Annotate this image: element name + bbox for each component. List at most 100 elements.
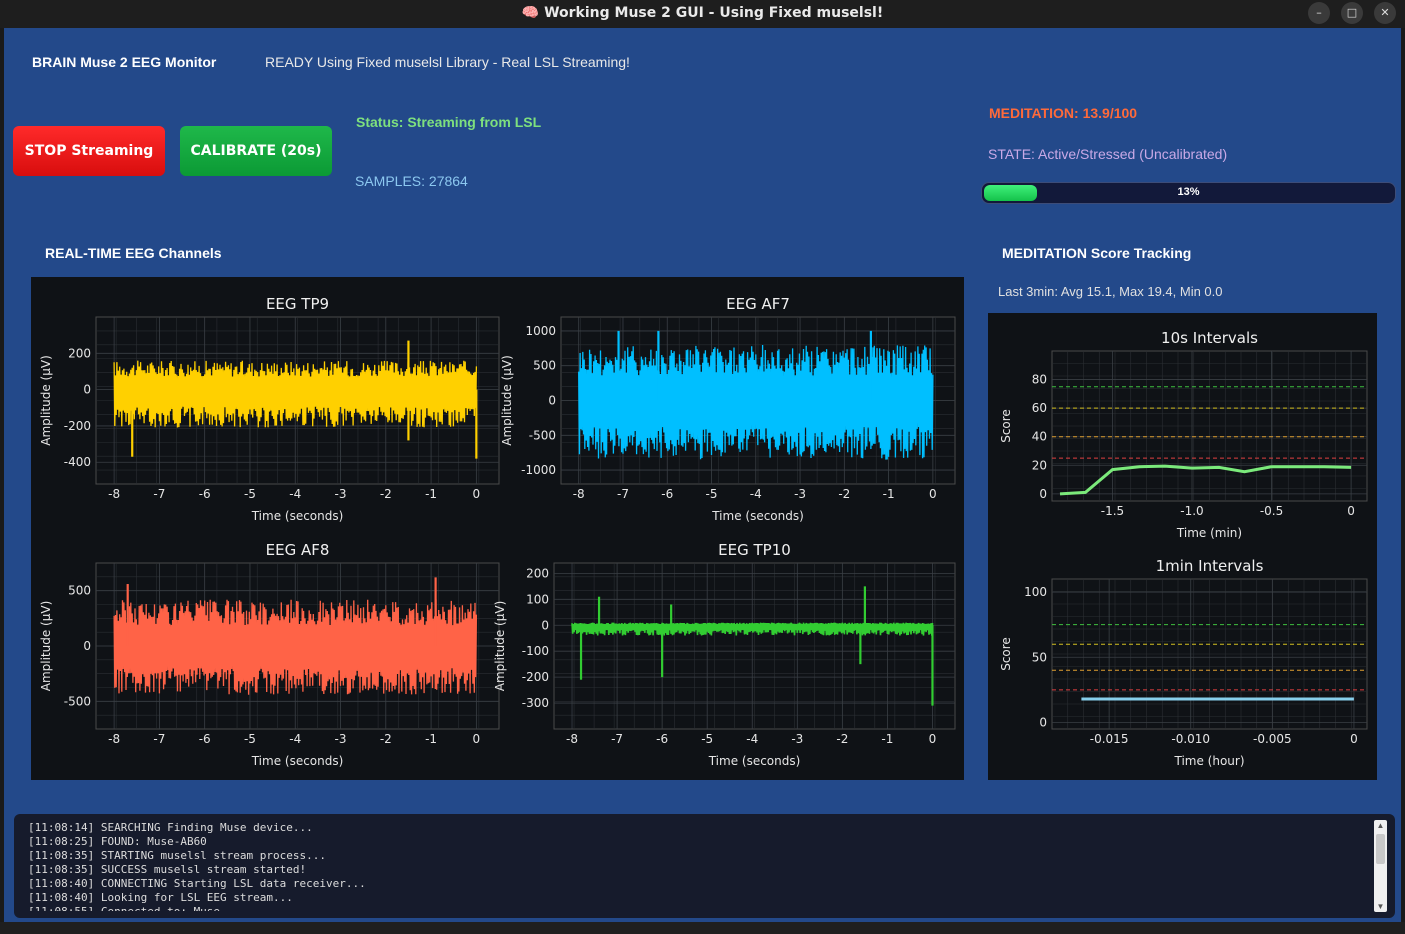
log-line: [11:08:40] Looking for LSL EEG stream... — [28, 891, 293, 904]
chart-title: 10s Intervals — [1161, 329, 1258, 347]
log-line: [11:08:14] SEARCHING Finding Muse device… — [28, 821, 313, 834]
window-title: 🧠 Working Muse 2 GUI - Using Fixed musel… — [521, 5, 884, 21]
x-tick-label: -4 — [289, 732, 301, 746]
chart: -8 -7 -6 -5 -4 -3 -2 -1 0 -400 -200 0 200 EEG TP9 Time… — [39, 295, 500, 523]
y-axis-label: Amplitude (μV) — [39, 355, 53, 446]
x-tick-label: -1 — [881, 732, 893, 746]
x-tick-label: -2 — [838, 487, 850, 501]
x-tick-label: -2 — [380, 732, 392, 746]
x-axis-label: Time (seconds) — [711, 509, 804, 523]
x-tick-label: -5 — [706, 487, 718, 501]
chart: -0.015 -0.010 -0.005 0 0 50 100 1min Intervals T… — [999, 557, 1368, 768]
eeg-plots-panel: -8 -7 -6 -5 -4 -3 -2 -1 0 -400 -200 0 200 EEG TP9 Time… — [31, 277, 964, 780]
x-tick-label: -5 — [701, 732, 713, 746]
y-tick-label: 200 — [68, 346, 91, 360]
y-tick-label: -100 — [522, 644, 549, 658]
chart-title: EEG AF7 — [726, 295, 790, 313]
x-tick-label: -7 — [611, 732, 623, 746]
y-tick-label: 0 — [1039, 715, 1047, 729]
minimize-button[interactable]: – — [1308, 2, 1330, 24]
meditation-score: MEDITATION: 13.9/100 — [989, 105, 1138, 121]
y-tick-label: -500 — [64, 694, 91, 708]
y-axis-label: Amplitude (μV) — [39, 601, 53, 692]
stream-status: Status: Streaming from LSL — [356, 114, 542, 130]
y-tick-label: 500 — [68, 584, 91, 598]
maximize-button[interactable]: □ — [1341, 2, 1363, 24]
chart-title: EEG TP9 — [266, 295, 329, 313]
x-tick-label: -2 — [380, 487, 392, 501]
log-line: [11:08:35] SUCCESS muselsl stream starte… — [28, 863, 307, 876]
x-axis-label: Time (seconds) — [251, 509, 344, 523]
log-line: [11:08:55] Connected to: Muse — [28, 905, 366, 911]
scroll-down-icon[interactable]: ▼ — [1374, 902, 1387, 911]
log-scrollbar[interactable]: ▲ ▼ — [1374, 820, 1387, 912]
tracking-summary: Last 3min: Avg 15.1, Max 19.4, Min 0.0 — [998, 284, 1223, 299]
x-tick-label: -5 — [244, 487, 256, 501]
y-tick-label: 60 — [1032, 401, 1047, 415]
stop-streaming-button[interactable]: STOP Streaming — [13, 126, 165, 176]
x-tick-label: -6 — [199, 732, 211, 746]
x-tick-label: -7 — [617, 487, 629, 501]
y-tick-label: -200 — [64, 419, 91, 433]
x-tick-label: -1.0 — [1180, 504, 1203, 518]
app-label: BRAIN Muse 2 EEG Monitor — [32, 54, 217, 70]
x-tick-label: -4 — [289, 487, 301, 501]
x-axis-label: Time (seconds) — [251, 754, 344, 768]
scroll-up-icon[interactable]: ▲ — [1374, 821, 1387, 830]
x-tick-label: -6 — [656, 732, 668, 746]
background-window-strip — [0, 922, 1405, 934]
log-panel[interactable]: [11:08:14] SEARCHING Finding Muse device… — [14, 814, 1395, 918]
chart: -8 -7 -6 -5 -4 -3 -2 -1 0 -300 -200 -100 0 100 200 EEG … — [493, 541, 956, 768]
chart-title: 1min Intervals — [1156, 557, 1264, 575]
log-line: [11:08:35] STARTING muselsl stream proce… — [28, 849, 327, 862]
y-tick-label: 500 — [533, 359, 556, 373]
calibrate-button[interactable]: CALIBRATE (20s) — [180, 126, 332, 176]
y-tick-label: 100 — [1024, 585, 1047, 599]
y-tick-label: -300 — [522, 696, 549, 710]
chart: -8 -7 -6 -5 -4 -3 -2 -1 0 -1000 -500 0 500 1000 EEG AF… — [500, 295, 956, 523]
y-tick-label: -400 — [64, 455, 91, 469]
y-tick-label: 0 — [541, 618, 549, 632]
x-tick-label: -6 — [199, 487, 211, 501]
x-tick-label: -8 — [566, 732, 578, 746]
x-tick-label: -0.015 — [1090, 732, 1129, 746]
chart-title: EEG AF8 — [266, 541, 330, 559]
y-axis-label: Score — [999, 409, 1013, 443]
x-tick-label: -3 — [794, 487, 806, 501]
chart: -1.5 -1.0 -0.5 0 0 20 40 60 80 10s Intervals Time … — [999, 329, 1368, 540]
y-tick-label: -1000 — [521, 463, 556, 477]
x-tick-label: 0 — [929, 732, 937, 746]
x-tick-label: -6 — [661, 487, 673, 501]
scroll-thumb[interactable] — [1376, 834, 1385, 864]
x-tick-label: 0 — [473, 732, 481, 746]
x-tick-label: -0.010 — [1171, 732, 1210, 746]
x-axis-label: Time (seconds) — [708, 754, 801, 768]
x-tick-label: -8 — [573, 487, 585, 501]
meditation-state: STATE: Active/Stressed (Uncalibrated) — [988, 146, 1228, 162]
score-plots-canvas: -1.5 -1.0 -0.5 0 0 20 40 60 80 10s Intervals Time … — [999, 329, 1368, 768]
score-line — [1059, 464, 1352, 496]
log-text: [11:08:14] SEARCHING Finding Muse device… — [28, 821, 366, 911]
log-line: [11:08:25] FOUND: Muse-AB60 — [28, 835, 207, 848]
score-plots-panel: -1.5 -1.0 -0.5 0 0 20 40 60 80 10s Intervals Time … — [988, 313, 1377, 780]
tracking-section-title: MEDITATION Score Tracking — [1002, 245, 1192, 261]
y-tick-label: -200 — [522, 670, 549, 684]
x-tick-label: -1 — [425, 487, 437, 501]
y-tick-label: 0 — [548, 394, 556, 408]
chart: -8 -7 -6 -5 -4 -3 -2 -1 0 -500 0 500 EEG AF8 Time (se… — [39, 541, 500, 768]
y-tick-label: 200 — [526, 566, 549, 580]
x-tick-label: -0.005 — [1253, 732, 1292, 746]
samples-count: SAMPLES: 27864 — [355, 173, 468, 189]
chart-title: EEG TP10 — [718, 541, 791, 559]
meditation-progress-bar: 13% — [981, 182, 1396, 204]
x-tick-label: -4 — [746, 732, 758, 746]
close-button[interactable]: ✕ — [1374, 2, 1396, 24]
y-axis-label: Amplitude (μV) — [493, 601, 507, 692]
y-tick-label: 80 — [1032, 373, 1047, 387]
x-tick-label: -7 — [153, 487, 165, 501]
y-tick-label: 100 — [526, 592, 549, 606]
x-tick-label: -0.5 — [1260, 504, 1283, 518]
x-axis-label: Time (hour) — [1173, 754, 1244, 768]
x-tick-label: -1.5 — [1101, 504, 1124, 518]
x-tick-label: 0 — [929, 487, 937, 501]
